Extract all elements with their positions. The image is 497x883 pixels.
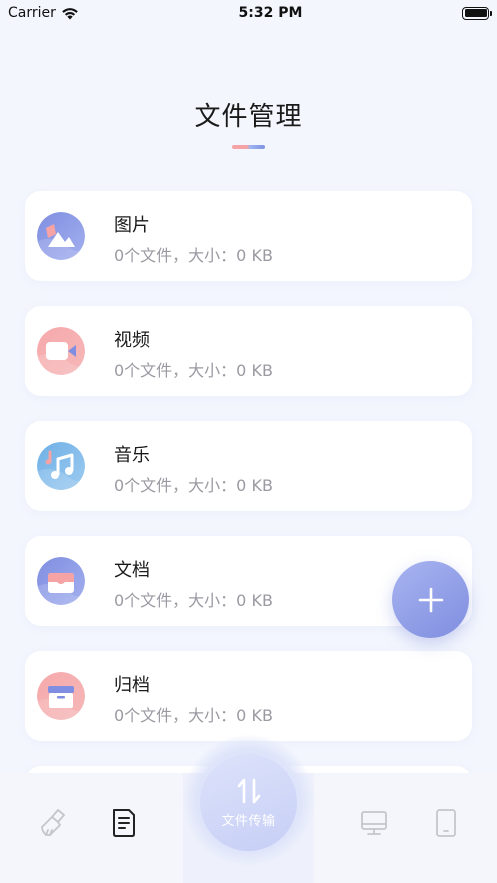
category-info: 0个文件，大小：0 KB: [114, 246, 273, 265]
image-icon: [37, 212, 85, 260]
category-label: 图片: [114, 215, 150, 236]
category-info: 0个文件，大小：0 KB: [114, 361, 273, 380]
add-button[interactable]: [392, 561, 469, 638]
file-transfer-label: 文件传输: [221, 814, 276, 829]
category-card-archive[interactable]: 归档 0个文件，大小：0 KB: [25, 651, 472, 741]
category-label: 文档: [114, 560, 150, 581]
phone-icon: [436, 809, 456, 837]
category-card-video[interactable]: 视频 0个文件，大小：0 KB: [25, 306, 472, 396]
clock: 5:32 PM: [238, 5, 303, 21]
title-underline: [232, 145, 265, 149]
tab-computer[interactable]: [359, 807, 389, 839]
tab-clean[interactable]: [38, 807, 68, 839]
tab-files[interactable]: [109, 807, 139, 839]
category-info: 0个文件，大小：0 KB: [114, 706, 273, 725]
document-icon: [37, 557, 85, 605]
tab-phone[interactable]: [431, 807, 461, 839]
category-label: 视频: [114, 330, 150, 351]
plus-icon: [418, 587, 443, 612]
music-icon: [37, 442, 85, 490]
file-transfer-button[interactable]: 文件传输: [200, 754, 297, 851]
category-label: 音乐: [114, 445, 150, 466]
wifi-icon: [62, 8, 78, 20]
category-card-images[interactable]: 图片 0个文件，大小：0 KB: [25, 191, 472, 281]
transfer-arrows-icon: [237, 778, 260, 804]
monitor-icon: [361, 811, 387, 835]
carrier-label: Carrier: [8, 5, 56, 21]
category-card-music[interactable]: 音乐 0个文件，大小：0 KB: [25, 421, 472, 511]
page-title: 文件管理: [194, 102, 303, 132]
archive-icon: [37, 672, 85, 720]
status-bar: Carrier 5:32 PM: [0, 0, 497, 26]
battery-icon: [462, 6, 492, 20]
category-info: 0个文件，大小：0 KB: [114, 591, 273, 610]
category-label: 归档: [114, 675, 150, 696]
document-icon: [113, 809, 135, 837]
status-left: Carrier: [8, 5, 79, 21]
video-icon: [37, 327, 85, 375]
category-info: 0个文件，大小：0 KB: [114, 476, 273, 495]
broom-icon: [41, 809, 65, 836]
